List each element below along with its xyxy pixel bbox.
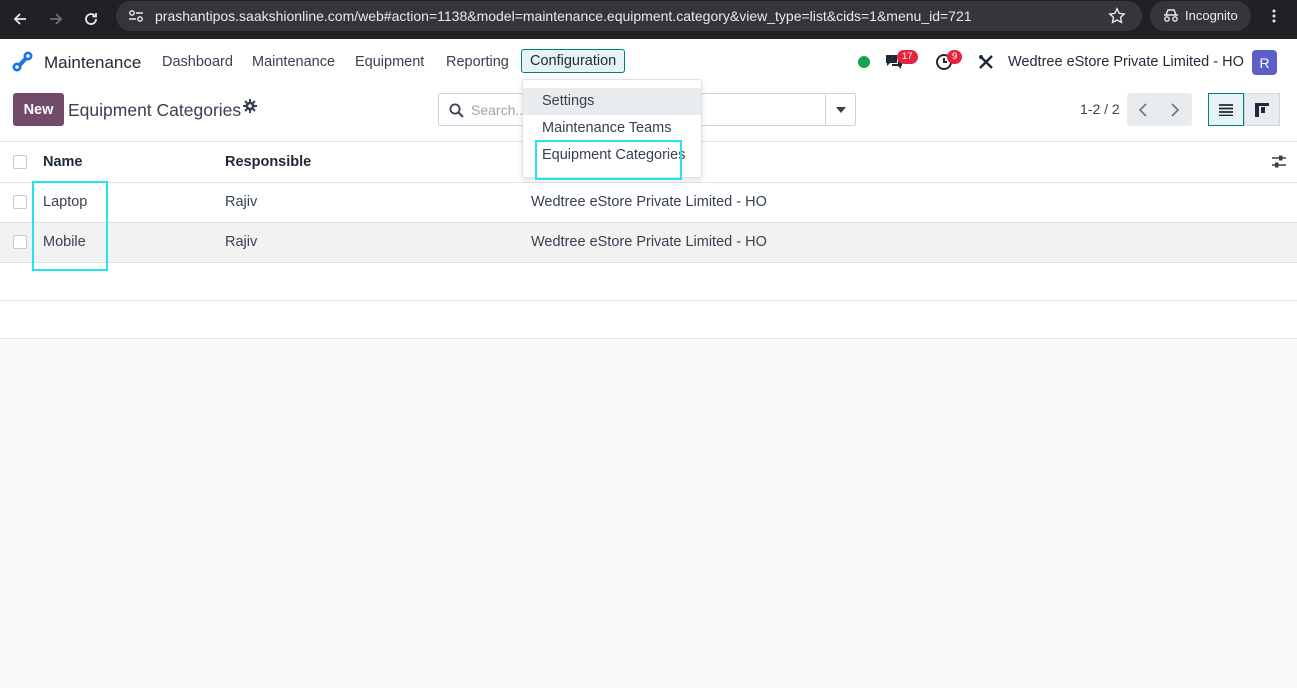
chevron-right-icon[interactable]	[1159, 93, 1191, 126]
incognito-icon	[1162, 9, 1180, 23]
menu-dashboard[interactable]: Dashboard	[162, 54, 233, 70]
forward-icon[interactable]	[42, 5, 70, 33]
debug-tools-icon[interactable]	[977, 53, 995, 71]
cell-responsible: Rajiv	[225, 194, 258, 210]
select-all-checkbox[interactable]	[13, 155, 27, 169]
kanban-view-icon[interactable]	[1244, 93, 1280, 126]
highlight-box-rows	[32, 181, 108, 271]
empty-row	[0, 263, 1297, 301]
caret-down-icon	[835, 106, 846, 113]
new-button[interactable]: New	[13, 93, 64, 126]
row-checkbox[interactable]	[13, 195, 27, 209]
menu-equipment[interactable]: Equipment	[355, 54, 424, 70]
search-options-toggle[interactable]	[825, 94, 855, 125]
browser-toolbar: prashantipos.saakshionline.com/web#actio…	[0, 0, 1297, 39]
messages-badge: 17	[897, 50, 918, 64]
cell-company: Wedtree eStore Private Limited - HO	[531, 234, 767, 250]
pager-buttons	[1127, 93, 1192, 126]
menu-maintenance[interactable]: Maintenance	[252, 54, 335, 70]
row-checkbox[interactable]	[13, 235, 27, 249]
app-name[interactable]: Maintenance	[44, 53, 141, 73]
dropdown-item-maintenance-teams[interactable]: Maintenance Teams	[523, 115, 701, 142]
view-switcher	[1208, 93, 1281, 126]
page-title: Equipment Categories	[68, 100, 242, 120]
optional-columns-icon[interactable]	[1271, 154, 1287, 170]
column-header-name[interactable]: Name	[43, 154, 83, 170]
table-row[interactable]: Mobile Rajiv Wedtree eStore Private Limi…	[0, 223, 1297, 263]
browser-menu-icon[interactable]	[1266, 8, 1282, 24]
menu-reporting[interactable]: Reporting	[446, 54, 509, 70]
search-icon	[449, 103, 464, 118]
menu-configuration[interactable]: Configuration	[521, 49, 626, 73]
incognito-label: Incognito	[1185, 8, 1238, 23]
chevron-left-icon[interactable]	[1127, 93, 1159, 126]
gear-icon[interactable]	[243, 99, 257, 113]
empty-row	[0, 301, 1297, 339]
list-view-icon[interactable]	[1208, 93, 1244, 126]
search-input[interactable]: Search...	[471, 102, 527, 118]
cell-company: Wedtree eStore Private Limited - HO	[531, 194, 767, 210]
column-header-responsible[interactable]: Responsible	[225, 154, 311, 170]
site-settings-icon[interactable]	[128, 9, 144, 23]
dropdown-item-settings[interactable]: Settings	[523, 88, 701, 115]
pager-value[interactable]: 1-2 / 2	[1080, 101, 1120, 117]
company-switcher[interactable]: Wedtree eStore Private Limited - HO	[1008, 54, 1244, 70]
cell-responsible: Rajiv	[225, 234, 258, 250]
maintenance-app-icon[interactable]	[11, 50, 35, 74]
highlight-box-menu	[535, 140, 682, 180]
reload-icon[interactable]	[77, 5, 105, 33]
address-bar[interactable]: prashantipos.saakshionline.com/web#actio…	[116, 1, 1142, 31]
table-row[interactable]: Laptop Rajiv Wedtree eStore Private Limi…	[0, 183, 1297, 223]
user-avatar[interactable]: R	[1252, 50, 1277, 75]
bookmark-star-icon[interactable]	[1108, 7, 1126, 25]
incognito-indicator[interactable]: Incognito	[1150, 1, 1251, 31]
activities-badge: 9	[947, 50, 963, 64]
presence-status-icon	[858, 56, 870, 68]
back-icon[interactable]	[6, 5, 34, 33]
url-text: prashantipos.saakshionline.com/web#actio…	[155, 8, 972, 24]
